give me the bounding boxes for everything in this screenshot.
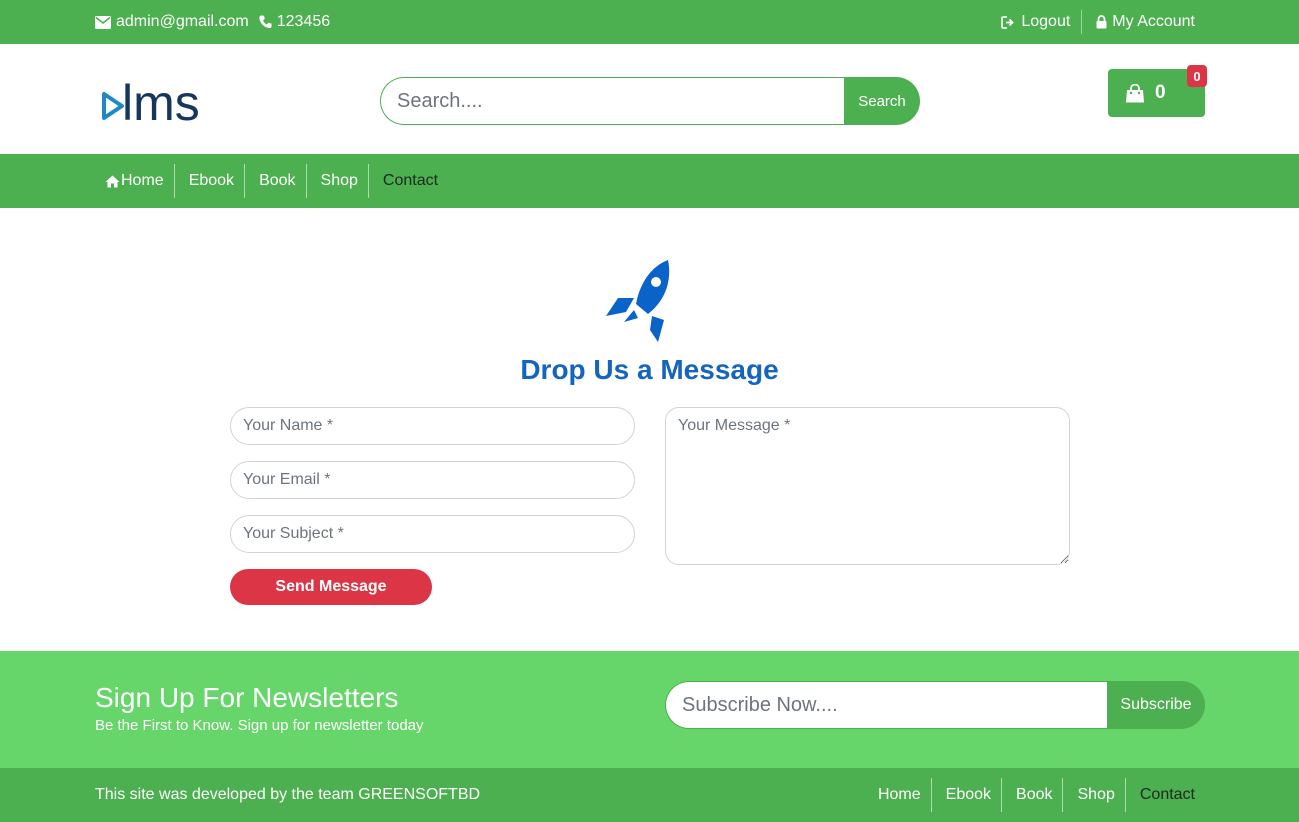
search-bar: Search: [380, 77, 920, 125]
sign-out-icon: [1001, 15, 1015, 29]
subscribe-input[interactable]: [665, 681, 1107, 729]
newsletter-subtitle: Be the First to Know. Sign up for newsle…: [95, 717, 424, 734]
name-field[interactable]: [230, 407, 635, 445]
site-footer: This site was developed by the team GREE…: [0, 768, 1299, 822]
footer-link-ebook[interactable]: Ebook: [930, 778, 1001, 812]
nav-item-book[interactable]: Book: [244, 164, 305, 198]
my-account-label: My Account: [1112, 13, 1195, 30]
logout-label: Logout: [1021, 13, 1071, 30]
footer-nav: Home Ebook Book Shop Contact: [864, 778, 1205, 812]
my-account-link[interactable]: My Account: [1096, 13, 1195, 31]
phone-info: 123456: [259, 13, 330, 31]
top-bar: admin@gmail.com 123456 Logout My Account: [0, 0, 1299, 44]
subscribe-form: Subscribe: [665, 681, 1205, 729]
search-input[interactable]: [380, 77, 844, 125]
site-header: lms Search 0 0: [0, 44, 1299, 154]
phone-text: 123456: [276, 13, 331, 30]
send-message-button[interactable]: Send Message: [230, 569, 432, 605]
shopping-bag-icon: [1126, 83, 1144, 102]
lock-icon: [1096, 15, 1107, 29]
contact-info: admin@gmail.com 123456: [95, 13, 340, 31]
main-nav: Home Ebook Book Shop Contact: [0, 154, 1299, 208]
phone-icon: [259, 15, 272, 29]
newsletter-title: Sign Up For Newsletters: [95, 682, 399, 713]
cart-badge: 0: [1187, 65, 1207, 87]
topbar-divider: [1081, 10, 1083, 34]
footer-link-shop[interactable]: Shop: [1062, 778, 1124, 812]
subscribe-button[interactable]: Subscribe: [1107, 681, 1205, 729]
message-field[interactable]: [665, 407, 1070, 565]
rocket-icon: [606, 260, 670, 342]
newsletter-section: Sign Up For Newsletters Be the First to …: [0, 651, 1299, 768]
nav-item-home[interactable]: Home: [95, 164, 174, 198]
contact-title: Drop Us a Message: [520, 354, 779, 385]
logo-text: lms: [122, 75, 200, 126]
subject-field[interactable]: [230, 515, 635, 553]
email-field[interactable]: [230, 461, 635, 499]
email-text: admin@gmail.com: [116, 13, 249, 30]
cart-total: 0: [1155, 82, 1166, 103]
nav-item-shop[interactable]: Shop: [305, 164, 368, 198]
nav-item-ebook[interactable]: Ebook: [173, 164, 244, 198]
account-links: Logout My Account: [1001, 8, 1195, 36]
envelope-icon: [95, 15, 111, 29]
footer-link-home[interactable]: Home: [864, 778, 931, 812]
nav-item-contact[interactable]: Contact: [367, 164, 448, 198]
cart-button[interactable]: 0 0: [1108, 65, 1207, 117]
footer-credit: This site was developed by the team GREE…: [95, 786, 481, 803]
search-button[interactable]: Search: [844, 77, 920, 125]
lms-logo[interactable]: lms: [100, 72, 210, 126]
home-icon: [105, 175, 120, 187]
nav-list: Home Ebook Book Shop Contact: [95, 164, 448, 198]
nav-home-label: Home: [121, 172, 164, 189]
logout-link[interactable]: Logout: [1001, 13, 1070, 31]
email-info: admin@gmail.com: [95, 13, 249, 31]
footer-link-book[interactable]: Book: [1001, 778, 1062, 812]
footer-link-contact[interactable]: Contact: [1124, 778, 1205, 812]
